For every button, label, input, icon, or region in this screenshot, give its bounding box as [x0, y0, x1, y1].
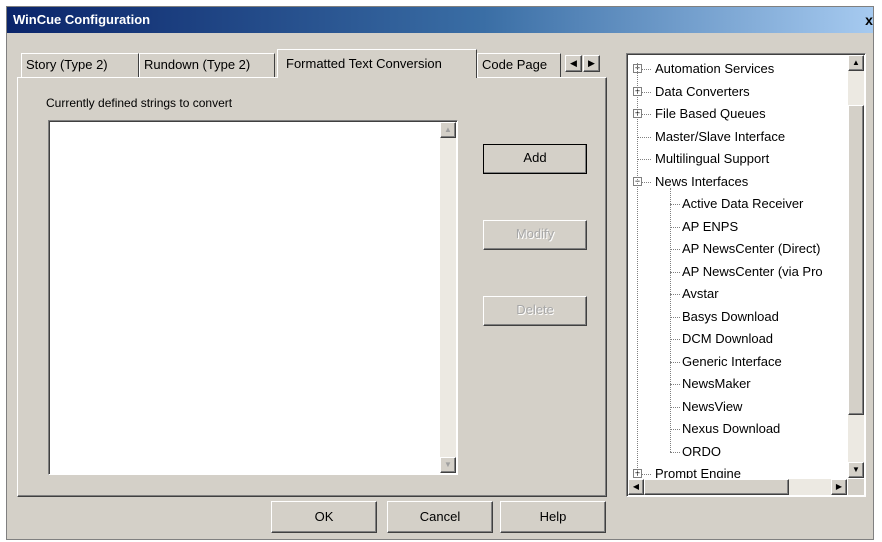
tree-item[interactable]: ORDO	[682, 441, 721, 463]
tree-item[interactable]: Data Converters	[655, 81, 750, 103]
tree-vertical-scrollbar[interactable]: ▲ ▼	[848, 55, 864, 478]
tree-item[interactable]: Automation Services	[655, 58, 774, 80]
tree-child-line	[670, 187, 671, 452]
tree-item[interactable]: DCM Download	[682, 328, 773, 350]
tree-item[interactable]: Multilingual Support	[655, 148, 769, 170]
tree-item[interactable]: Prompt Engine	[655, 463, 741, 478]
tree-connector	[637, 159, 651, 160]
tree-connector	[670, 451, 680, 453]
tree-item[interactable]: Active Data Receiver	[682, 193, 803, 215]
tab-rundown-type2[interactable]: Rundown (Type 2)	[139, 53, 275, 77]
category-tree[interactable]: + Automation Services + Data Converters + Fil…	[626, 53, 866, 497]
title-bar[interactable]: WinCue Configuration	[7, 7, 873, 33]
tree-connector	[670, 294, 680, 295]
tree-item[interactable]: AP ENPS	[682, 216, 738, 238]
tree-root-line	[637, 63, 638, 476]
tab-strip: Story (Type 2) Rundown (Type 2) Formatte…	[17, 47, 607, 78]
tree-item[interactable]: Avstar	[682, 283, 719, 305]
tree-connector	[670, 249, 680, 250]
scroll-down-icon[interactable]: ▼	[440, 457, 456, 473]
tab-story-type2[interactable]: Story (Type 2)	[21, 53, 139, 77]
tree-item[interactable]: AP NewsCenter (via Pro	[682, 261, 823, 283]
tree-item[interactable]: Master/Slave Interface	[655, 126, 785, 148]
tree-scroll-up-icon[interactable]: ▲	[848, 55, 864, 71]
tree-item[interactable]: File Based Queues	[655, 103, 766, 125]
tree-connector	[670, 361, 680, 363]
tree-item[interactable]: NewsMaker	[682, 373, 751, 395]
tree-scroll-down-icon[interactable]: ▼	[848, 462, 864, 478]
tree-item[interactable]: News Interfaces	[655, 171, 748, 193]
scroll-corner	[848, 479, 864, 495]
tree-content: + Automation Services + Data Converters + Fil…	[628, 55, 847, 478]
tree-horizontal-scrollbar[interactable]: ◀ ▶	[628, 479, 847, 495]
window-title: WinCue Configuration	[13, 12, 151, 27]
tab-panel: Currently defined strings to convert ▲ ▼…	[17, 77, 607, 497]
help-button[interactable]: Help	[500, 501, 606, 533]
tree-scroll-left-icon[interactable]: ◀	[628, 479, 644, 495]
tree-item[interactable]: NewsView	[682, 396, 742, 418]
tree-item[interactable]: AP NewsCenter (Direct)	[682, 238, 820, 260]
ok-button[interactable]: OK	[271, 501, 377, 533]
tab-scroll-left-icon[interactable]: ◀	[565, 55, 582, 72]
modify-button[interactable]: Modify	[483, 220, 587, 250]
tree-connector	[670, 384, 680, 385]
list-label: Currently defined strings to convert	[46, 96, 233, 110]
tab-code-page[interactable]: Code Page	[477, 53, 561, 77]
tree-connector	[670, 271, 680, 273]
strings-listbox[interactable]: ▲ ▼	[48, 120, 458, 475]
tree-connector	[670, 226, 680, 228]
tree-item[interactable]: Basys Download	[682, 306, 779, 328]
scroll-up-icon[interactable]: ▲	[440, 122, 456, 138]
tree-hscroll-thumb[interactable]	[644, 479, 789, 495]
tree-connector	[670, 204, 680, 205]
tree-connector	[670, 339, 680, 340]
tree-connector	[670, 406, 680, 408]
tree-item[interactable]: Generic Interface	[682, 351, 782, 373]
tab-scroll-right-icon[interactable]: ▶	[583, 55, 600, 72]
delete-button[interactable]: Delete	[483, 296, 587, 326]
config-window: WinCue Configuration x Story (Type 2) Ru…	[6, 6, 874, 540]
close-icon[interactable]: x	[863, 13, 875, 27]
cancel-button[interactable]: Cancel	[387, 501, 493, 533]
tree-scroll-thumb[interactable]	[848, 105, 864, 415]
listbox-scrollbar[interactable]: ▲ ▼	[440, 122, 456, 473]
tree-item[interactable]: Nexus Download	[682, 418, 780, 440]
tab-formatted-text-conversion[interactable]: Formatted Text Conversion	[277, 49, 477, 78]
tree-connector	[637, 136, 651, 138]
tree-connector	[670, 429, 680, 430]
tree-connector	[670, 316, 680, 318]
add-button[interactable]: Add	[483, 144, 587, 174]
tree-scroll-right-icon[interactable]: ▶	[831, 479, 847, 495]
